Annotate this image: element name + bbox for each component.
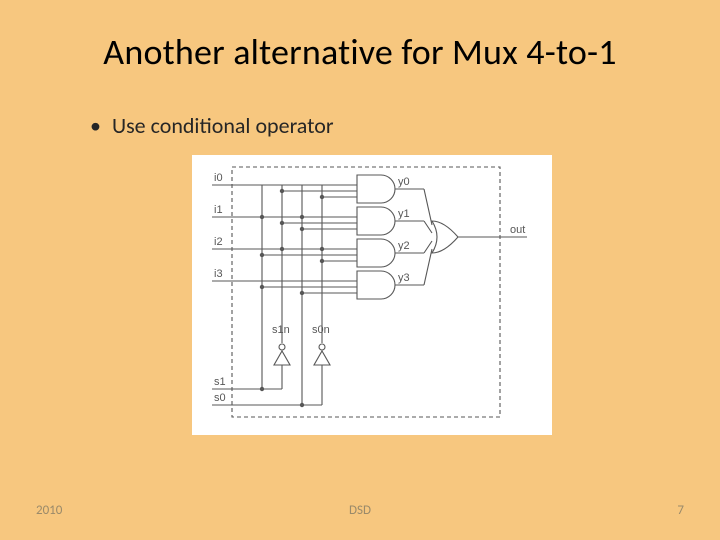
and-gate-y1: y1 bbox=[247, 207, 424, 235]
or-gate-out: out bbox=[424, 189, 527, 285]
label-i2: i2 bbox=[214, 236, 223, 248]
and-gate-y0: y0 bbox=[247, 175, 424, 203]
footer-page: 7 bbox=[677, 503, 684, 518]
footer-year: 2010 bbox=[36, 503, 62, 518]
label-out: out bbox=[510, 224, 525, 236]
inverter-s1: s1n bbox=[260, 324, 290, 391]
bullet-line: • Use conditional operator bbox=[90, 112, 334, 139]
bullet-dot: • bbox=[90, 112, 101, 139]
label-s1: s1 bbox=[214, 376, 226, 388]
label-s0: s0 bbox=[214, 392, 226, 404]
label-i1: i1 bbox=[214, 204, 223, 216]
label-y0: y0 bbox=[398, 176, 410, 188]
label-i0: i0 bbox=[214, 172, 223, 184]
bullet-text: Use conditional operator bbox=[112, 112, 334, 139]
circuit-diagram: .w { stroke:#575757; stroke-width:1.1; f… bbox=[192, 155, 552, 435]
label-y2: y2 bbox=[398, 240, 410, 252]
slide-title: Another alternative for Mux 4-to-1 bbox=[0, 30, 720, 74]
label-s0n: s0n bbox=[312, 324, 330, 336]
footer-course: DSD bbox=[349, 503, 371, 518]
and-gate-y3: y3 bbox=[247, 271, 424, 299]
label-s1n: s1n bbox=[272, 324, 290, 336]
label-i3: i3 bbox=[214, 268, 223, 280]
inverter-s0: s0n bbox=[300, 324, 330, 407]
label-y1: y1 bbox=[398, 208, 410, 220]
and-gate-y2: y2 bbox=[247, 239, 424, 267]
label-y3: y3 bbox=[398, 272, 410, 284]
